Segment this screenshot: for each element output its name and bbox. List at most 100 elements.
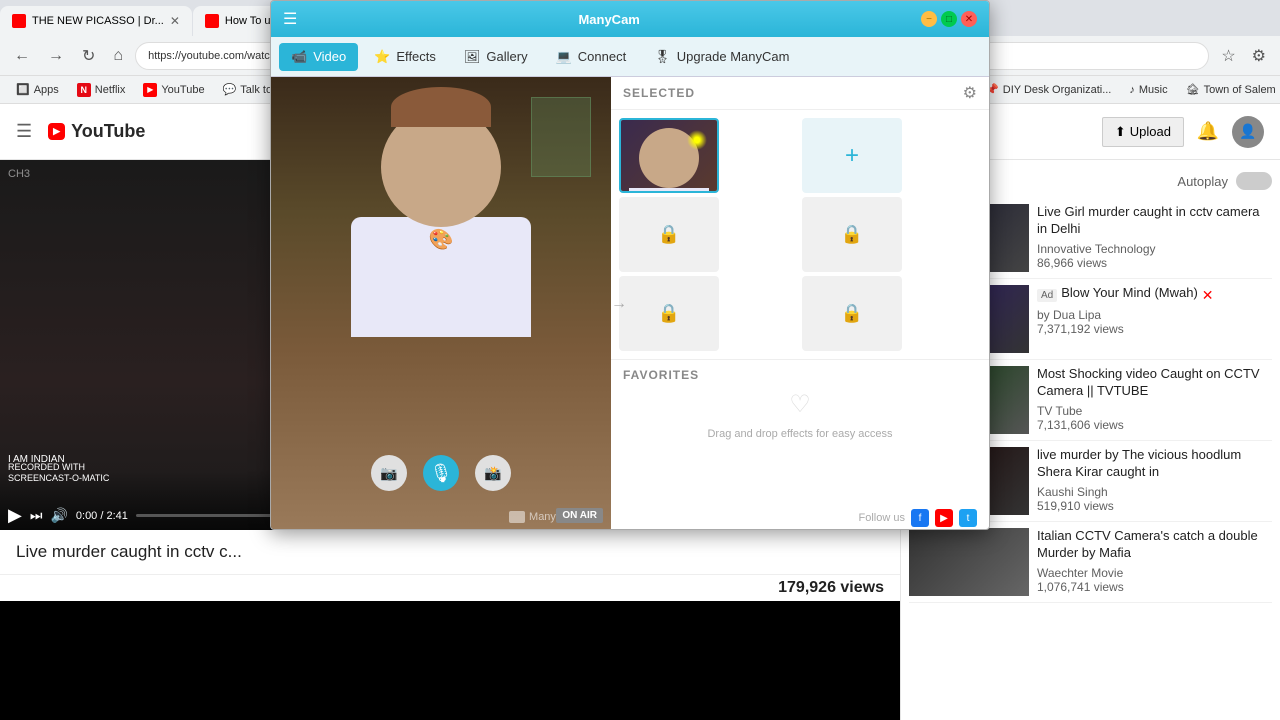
bookmark-youtube[interactable]: ▶ YouTube (135, 81, 212, 99)
upload-button[interactable]: ⬆ Upload (1102, 117, 1184, 147)
bookmark-label-salem: Town of Salem (1204, 84, 1276, 96)
effect-cell-6[interactable]: 🔒 (802, 276, 902, 351)
tab-1[interactable]: THE NEW PICASSO | Dr... ✕ (0, 6, 192, 36)
sidebar-title-1: Live Girl murder caught in cctv camera i… (1037, 204, 1272, 238)
snapshot-button[interactable]: 📸 (475, 455, 511, 491)
nav-upgrade[interactable]: 🎖 Upgrade ManyCam (642, 43, 801, 71)
sidebar-views-3: 7,131,606 views (1037, 418, 1272, 432)
effects-grid: + 🔒 🔒 🔒 🔒 (611, 110, 989, 360)
facebook-icon[interactable]: f (911, 509, 929, 527)
screencast-badge: RECORDED WITHSCREENCAST-O-MATIC (8, 462, 109, 485)
effect-cell-3[interactable]: 🔒 (619, 197, 719, 272)
sidebar-title-5: Italian CCTV Camera's catch a double Mur… (1037, 528, 1272, 562)
filter-icon[interactable]: ⚙ (963, 83, 977, 103)
video-title: Live murder caught in cctv c... (16, 542, 884, 562)
user-avatar[interactable]: 👤 (1232, 116, 1264, 148)
screencast-text: RECORDED WITHSCREENCAST-O-MATIC (8, 462, 109, 485)
view-count: 179,926 views (778, 579, 884, 597)
maximize-button[interactable]: □ (941, 11, 957, 27)
views-bar: 179,926 views (0, 574, 900, 601)
mc-hamburger-icon[interactable]: ☰ (283, 9, 297, 29)
nav-gallery[interactable]: 🖼 Gallery (452, 43, 540, 71)
follow-section: Follow us f ▶ t (611, 505, 989, 530)
nav-actions: ☆ ⚙ (1215, 42, 1272, 70)
manycam-window: ☰ ManyCam − □ ✕ 📹 Video ⭐ Effects 🖼 Gall… (270, 0, 990, 530)
manycam-titlebar: ☰ ManyCam − □ ✕ (271, 1, 989, 37)
header-right: ⬆ Upload 🔔 👤 (1102, 116, 1264, 148)
autoplay-toggle[interactable] (1236, 172, 1272, 190)
sidebar-channel-1: Innovative Technology (1037, 242, 1272, 256)
lock-icon-3: 🔒 (658, 224, 680, 245)
lock-icon-4: 🔒 (841, 224, 863, 245)
apps-icon: 🔲 (16, 83, 30, 96)
upgrade-nav-label: Upgrade ManyCam (677, 49, 790, 64)
refresh-button[interactable]: ↻ (76, 42, 101, 70)
bookmark-music[interactable]: ♪ Music (1121, 82, 1175, 98)
video-nav-label: Video (313, 49, 346, 64)
tab-favicon-2 (205, 14, 219, 28)
close-button[interactable]: ✕ (961, 11, 977, 27)
manycam-nav: 📹 Video ⭐ Effects 🖼 Gallery 💻 Connect 🎖 … (271, 37, 989, 77)
upload-icon: ⬆ (1115, 124, 1126, 140)
play-button[interactable]: ▶ (8, 505, 22, 526)
effect-cell-5[interactable]: 🔒 (619, 276, 719, 351)
cursor-overlay (687, 130, 707, 150)
microphone-button[interactable]: 🎙 (423, 455, 459, 491)
favorites-section: FAVORITES ♡ Drag and drop effects for ea… (611, 360, 989, 505)
settings-button[interactable]: ⚙ (1246, 42, 1272, 70)
sidebar-video-5[interactable]: Italian CCTV Camera's catch a double Mur… (909, 522, 1272, 603)
volume-button[interactable]: 🔊 (50, 507, 67, 524)
nav-effects[interactable]: ⭐ Effects (362, 43, 448, 71)
autoplay-label: Autoplay (1177, 174, 1228, 189)
bookmark-diy[interactable]: 📌 DIY Desk Organizati... (977, 81, 1119, 98)
effect-cell-4[interactable]: 🔒 (802, 197, 902, 272)
tab-close-1[interactable]: ✕ (170, 14, 180, 28)
hamburger-menu-icon[interactable]: ☰ (16, 121, 32, 142)
sidebar-info-4: live murder by The vicious hoodlum Shera… (1037, 447, 1272, 515)
bookmark-apps[interactable]: 🔲 Apps (8, 81, 67, 98)
salem-icon: 🏚 (1186, 83, 1200, 96)
sidebar-views-2: 7,371,192 views (1037, 322, 1272, 336)
notifications-button[interactable]: 🔔 (1192, 116, 1224, 148)
netflix-icon: N (77, 83, 91, 97)
bookmark-button[interactable]: ☆ (1215, 42, 1241, 70)
sidebar-channel-2: by Dua Lipa (1037, 308, 1272, 322)
effect-cell-add[interactable]: + (802, 118, 902, 193)
tab-title-1: THE NEW PICASSO | Dr... (32, 15, 164, 27)
on-air-badge: ON AIR (556, 508, 603, 523)
minimize-button[interactable]: − (921, 11, 937, 27)
video-info: Live murder caught in cctv c... (0, 530, 900, 574)
face-area (381, 107, 501, 227)
add-effect-icon: + (845, 142, 859, 170)
indian-badge: I AM INDIAN (8, 454, 65, 465)
thumb-body (629, 188, 709, 193)
effect-cell-1[interactable] (619, 118, 719, 193)
youtube-logo[interactable]: ▶ YouTube (48, 121, 145, 142)
yt-bm-icon: ▶ (143, 83, 157, 97)
sidebar-info-1: Live Girl murder caught in cctv camera i… (1037, 204, 1272, 272)
ad-badge: Ad (1037, 289, 1057, 302)
twitter-icon[interactable]: t (959, 509, 977, 527)
back-button[interactable]: ← (8, 43, 36, 69)
nav-connect[interactable]: 💻 Connect (544, 43, 639, 71)
sidebar-info-5: Italian CCTV Camera's catch a double Mur… (1037, 528, 1272, 596)
nav-video[interactable]: 📹 Video (279, 43, 358, 71)
yt-logo-text: YouTube (71, 121, 145, 142)
sidebar-views-5: 1,076,741 views (1037, 580, 1272, 594)
next-button[interactable]: ⏭ (30, 507, 43, 524)
ad-close-button[interactable]: ✕ (1202, 287, 1214, 304)
bookmark-salem[interactable]: 🏚 Town of Salem (1178, 81, 1280, 98)
lock-icon-5: 🔒 (658, 303, 680, 324)
forward-button[interactable]: → (42, 43, 70, 69)
cam-icon (509, 511, 525, 523)
home-button[interactable]: ⌂ (107, 43, 129, 69)
bg-element (531, 97, 591, 177)
bookmark-label-diy: DIY Desk Organizati... (1003, 84, 1112, 96)
youtube-social-icon[interactable]: ▶ (935, 509, 953, 527)
bookmark-label-netflix: Netflix (95, 84, 126, 96)
ad-row: Ad Blow Your Mind (Mwah) ✕ (1037, 285, 1272, 306)
camera-button[interactable]: 📷 (371, 455, 407, 491)
music-icon: ♪ (1129, 84, 1135, 96)
hair (391, 87, 491, 127)
bookmark-netflix[interactable]: N Netflix (69, 81, 134, 99)
